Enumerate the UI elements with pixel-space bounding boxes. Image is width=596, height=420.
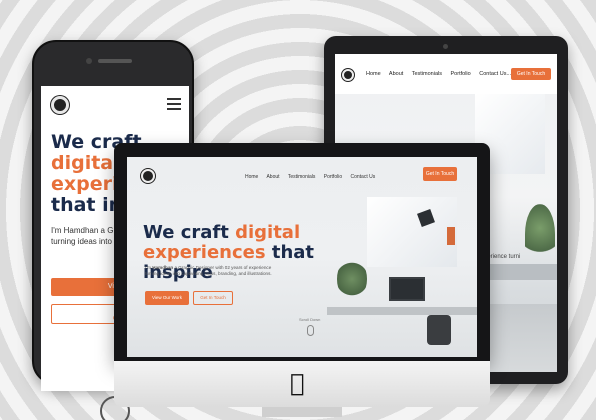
imac-nav-links: Home About Testimonials Portfolio Contac…	[245, 174, 382, 180]
nav-home[interactable]: Home	[245, 174, 258, 180]
nav-contact[interactable]: Contact Us...	[479, 71, 511, 77]
intro-name: Hamdhan	[152, 265, 174, 270]
nav-portfolio[interactable]: Portfolio	[451, 71, 471, 77]
nav-portfolio[interactable]: Portfolio	[324, 174, 342, 180]
imac-screen: Home About Testimonials Portfolio Contac…	[127, 157, 477, 357]
logo-icon[interactable]	[141, 169, 155, 183]
nav-testimonials[interactable]: Testimonials	[412, 71, 442, 77]
wall-art-image	[447, 227, 455, 245]
tablet-nav-links: Home About Testimonials Portfolio Contac…	[366, 71, 518, 77]
imac-device: Home About Testimonials Portfolio Contac…	[114, 143, 490, 417]
plant-image	[525, 204, 555, 264]
headline-accent: digital	[235, 222, 301, 243]
desk-image	[327, 307, 477, 315]
chair-image	[427, 315, 451, 345]
get-in-touch-secondary-button[interactable]: Get In Touch	[193, 291, 233, 305]
phone-speaker	[98, 59, 132, 63]
headline-text: We craft	[143, 222, 236, 243]
nav-home[interactable]: Home	[366, 71, 381, 77]
tablet-navbar: Home About Testimonials Portfolio Contac…	[335, 54, 557, 94]
nav-about[interactable]: About	[389, 71, 403, 77]
scroll-down-label[interactable]: Scroll Down	[299, 317, 320, 322]
phone-camera	[86, 58, 92, 64]
tablet-camera	[443, 44, 448, 49]
headline-accent: experiences	[143, 242, 266, 263]
hamburger-icon[interactable]	[167, 98, 181, 113]
imac-stand	[262, 407, 342, 417]
apple-logo-icon: 	[290, 371, 304, 395]
get-in-touch-button[interactable]: Get In Touch	[511, 68, 551, 80]
get-in-touch-button[interactable]: Get In Touch	[423, 167, 457, 181]
window-image	[367, 197, 457, 267]
nav-contact[interactable]: Contact Us	[351, 174, 376, 180]
monitor-image	[389, 277, 425, 301]
logo-icon[interactable]	[51, 96, 69, 114]
view-work-button[interactable]: View Our Work	[145, 291, 189, 305]
imac-intro: I'm Hamdhan a Graphic Designer with 02 y…	[145, 265, 285, 278]
mouse-scroll-icon[interactable]	[307, 325, 314, 336]
nav-about[interactable]: About	[266, 174, 279, 180]
logo-icon[interactable]	[342, 69, 354, 81]
nav-testimonials[interactable]: Testimonials	[288, 174, 316, 180]
